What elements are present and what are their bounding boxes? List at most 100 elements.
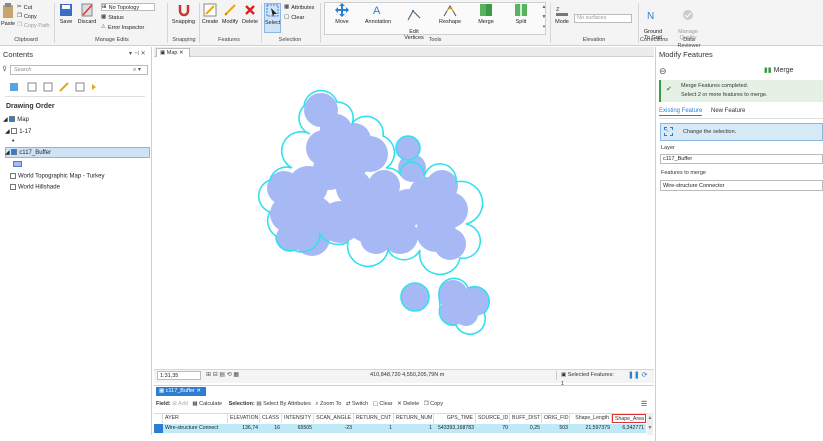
change-selection-icon[interactable]: ↖ (664, 127, 673, 136)
clear-button[interactable]: ▢ Clear (373, 401, 393, 407)
table-cell[interactable]: 503 (542, 424, 570, 433)
select-button[interactable]: Select (264, 3, 281, 33)
clear-selection-button[interactable]: ▢ Clear (284, 14, 304, 22)
search-icon[interactable]: ⌕ ▾ (133, 66, 141, 74)
col-header[interactable]: BUFF_DIST (510, 414, 542, 423)
col-header[interactable]: ELEVATION (228, 414, 260, 423)
table-cell[interactable]: 70 (476, 424, 510, 433)
tree-basemap-topographic[interactable]: World Topographic Map - Turkey (10, 173, 104, 180)
copy-button[interactable]: ❐ Copy (17, 13, 37, 21)
discard-button[interactable]: Discard (76, 3, 98, 25)
col-header[interactable]: INTENSITY (282, 414, 314, 423)
buffer-polygons[interactable] (154, 58, 654, 369)
table-cell[interactable]: 543393,168783 (434, 424, 476, 433)
calculate-button[interactable]: ▦ Calculate (192, 401, 222, 407)
add-field-button[interactable]: ⊞ Add (172, 401, 188, 407)
col-header[interactable]: AYER (163, 414, 228, 423)
close-icon[interactable]: ✕ (195, 388, 201, 394)
attributes-button[interactable]: ▦ Attributes (284, 4, 314, 12)
tab-existing-feature[interactable]: Existing Feature (659, 108, 703, 116)
expand-icon[interactable]: ◢ (5, 129, 10, 135)
col-header[interactable]: RETURN_NUM (394, 414, 434, 423)
col-header-selected[interactable]: Shape_Area (612, 414, 646, 423)
split-tool[interactable]: Split (510, 3, 532, 25)
pause-refresh-icons[interactable]: ❚❚ ⟳ (628, 371, 648, 379)
feature-list-item[interactable]: Wire-structure Connector (663, 183, 724, 189)
table-cell[interactable]: 1 (394, 424, 434, 433)
selected-features-count[interactable]: ▣ Selected Features: 1 (556, 371, 618, 387)
tree-layer-117[interactable]: ◢ 1-17 (5, 128, 31, 135)
elevation-mode-button[interactable]: z Mode (553, 3, 571, 25)
contents-view-icons[interactable] (8, 81, 98, 93)
ground-to-grid-button[interactable]: N Ground To Grid (640, 3, 666, 41)
table-cell[interactable]: 6,342771 (612, 424, 646, 433)
manage-quality-button[interactable]: Manage Quality (673, 3, 703, 41)
col-header[interactable]: ORIG_FID (542, 414, 570, 423)
table-menu-icon[interactable]: ☰ (641, 400, 647, 408)
delete-button[interactable]: Delete (241, 3, 259, 25)
zoom-to-button[interactable]: ⌕ Zoom To (315, 401, 341, 407)
tree-basemap-hillshade[interactable]: World Hillshade (10, 184, 60, 191)
layer-field[interactable]: c117_Buffer (660, 154, 823, 164)
col-header[interactable]: RETURN_CNT (354, 414, 394, 423)
delete-rows-button[interactable]: ✕ Delete (397, 401, 419, 407)
table-cell[interactable]: 21,597379 (570, 424, 612, 433)
col-header[interactable]: SOURCE_ID (476, 414, 510, 423)
modify-button[interactable]: Modify (220, 3, 240, 25)
tab-attribute-table[interactable]: ▦ c117_Buffer ✕ (156, 387, 206, 396)
move-tool[interactable]: Move (329, 3, 355, 25)
select-by-attributes-button[interactable]: ▤ Select By Attributes (256, 401, 310, 407)
snapping-button[interactable]: Snapping (170, 3, 197, 25)
edit-vertices-tool[interactable]: Edit Vertices (400, 3, 428, 41)
features-to-merge-list[interactable]: Wire-structure Connector (660, 180, 823, 191)
col-header[interactable]: SCAN_ANGLE (314, 414, 354, 423)
expand-icon[interactable]: ◢ (3, 117, 8, 123)
col-header[interactable]: GPS_TIME (434, 414, 476, 423)
basemap-hillshade-checkbox[interactable] (10, 184, 16, 190)
copy-rows-button[interactable]: ❐ Copy (424, 401, 443, 407)
change-selection-box[interactable]: ↖ Change the selection. (660, 123, 823, 141)
map-checkbox[interactable] (9, 116, 16, 123)
cut-button[interactable]: ✂ Cut (17, 4, 32, 12)
tree-map[interactable]: ◢ Map (3, 116, 29, 123)
expand-icon[interactable]: ◢ (5, 150, 10, 156)
table-cell[interactable]: 16 (260, 424, 282, 433)
reshape-tool[interactable]: Reshape (436, 3, 464, 25)
tab-map[interactable]: ▣ Map ✕ (156, 48, 190, 57)
save-button[interactable]: Save (58, 3, 74, 25)
create-button[interactable]: Create (201, 3, 219, 25)
annotation-tool[interactable]: A Annotation (362, 3, 394, 25)
row-selector[interactable] (154, 424, 163, 433)
basemap-topographic-checkbox[interactable] (10, 173, 16, 179)
topology-dropdown[interactable]: ⊞ No Topology (101, 3, 155, 11)
status-button[interactable]: ▦ Status (101, 14, 124, 22)
col-header[interactable]: Shape_Length (570, 414, 612, 423)
table-cell[interactable]: -23 (314, 424, 354, 433)
contents-search-input[interactable]: Search ⌕ ▾ (10, 65, 148, 75)
close-icon[interactable]: ✕ (177, 50, 184, 56)
copy-path-button[interactable]: ❐ Copy Path (17, 22, 50, 30)
merge-tool[interactable]: Merge (474, 3, 498, 25)
switch-button[interactable]: ⇄ Switch (346, 401, 368, 407)
contents-pane-controls[interactable]: ▾ ⊣ ✕ (129, 50, 146, 57)
error-inspector-button[interactable]: ⚠ Error Inspector (101, 24, 144, 32)
back-arrow-icon[interactable]: ⊖ (659, 66, 667, 77)
table-cell[interactable]: 136,74 (228, 424, 260, 433)
tools-gallery-scroll[interactable]: ▲ ▼ ▾ (541, 2, 547, 35)
map-nav-icons[interactable]: ⊞ ⊟ ▤ ⟲ ▦ (206, 371, 239, 378)
table-cell[interactable]: 65505 (282, 424, 314, 433)
paste-button[interactable]: Paste (1, 3, 15, 27)
table-scrollbar[interactable]: ▲ ▼ (647, 413, 653, 435)
layer-117-checkbox[interactable] (11, 128, 18, 135)
filter-icon[interactable]: ⊽ (2, 66, 9, 73)
table-cell[interactable]: 1 (354, 424, 394, 433)
buffer-checkbox[interactable] (11, 149, 18, 156)
surface-dropdown[interactable]: No surfaces (574, 14, 632, 23)
scale-dropdown[interactable]: 1:31,35 (157, 371, 201, 380)
tab-new-feature[interactable]: New Feature (711, 108, 745, 114)
buffer-symbol-swatch[interactable] (13, 161, 22, 167)
tree-layer-buffer[interactable]: ◢ c117_Buffer (5, 149, 51, 156)
col-header[interactable]: CLASS (260, 414, 282, 423)
table-cell[interactable]: Wire-structure Connect (163, 424, 228, 433)
map-canvas[interactable] (154, 58, 654, 369)
